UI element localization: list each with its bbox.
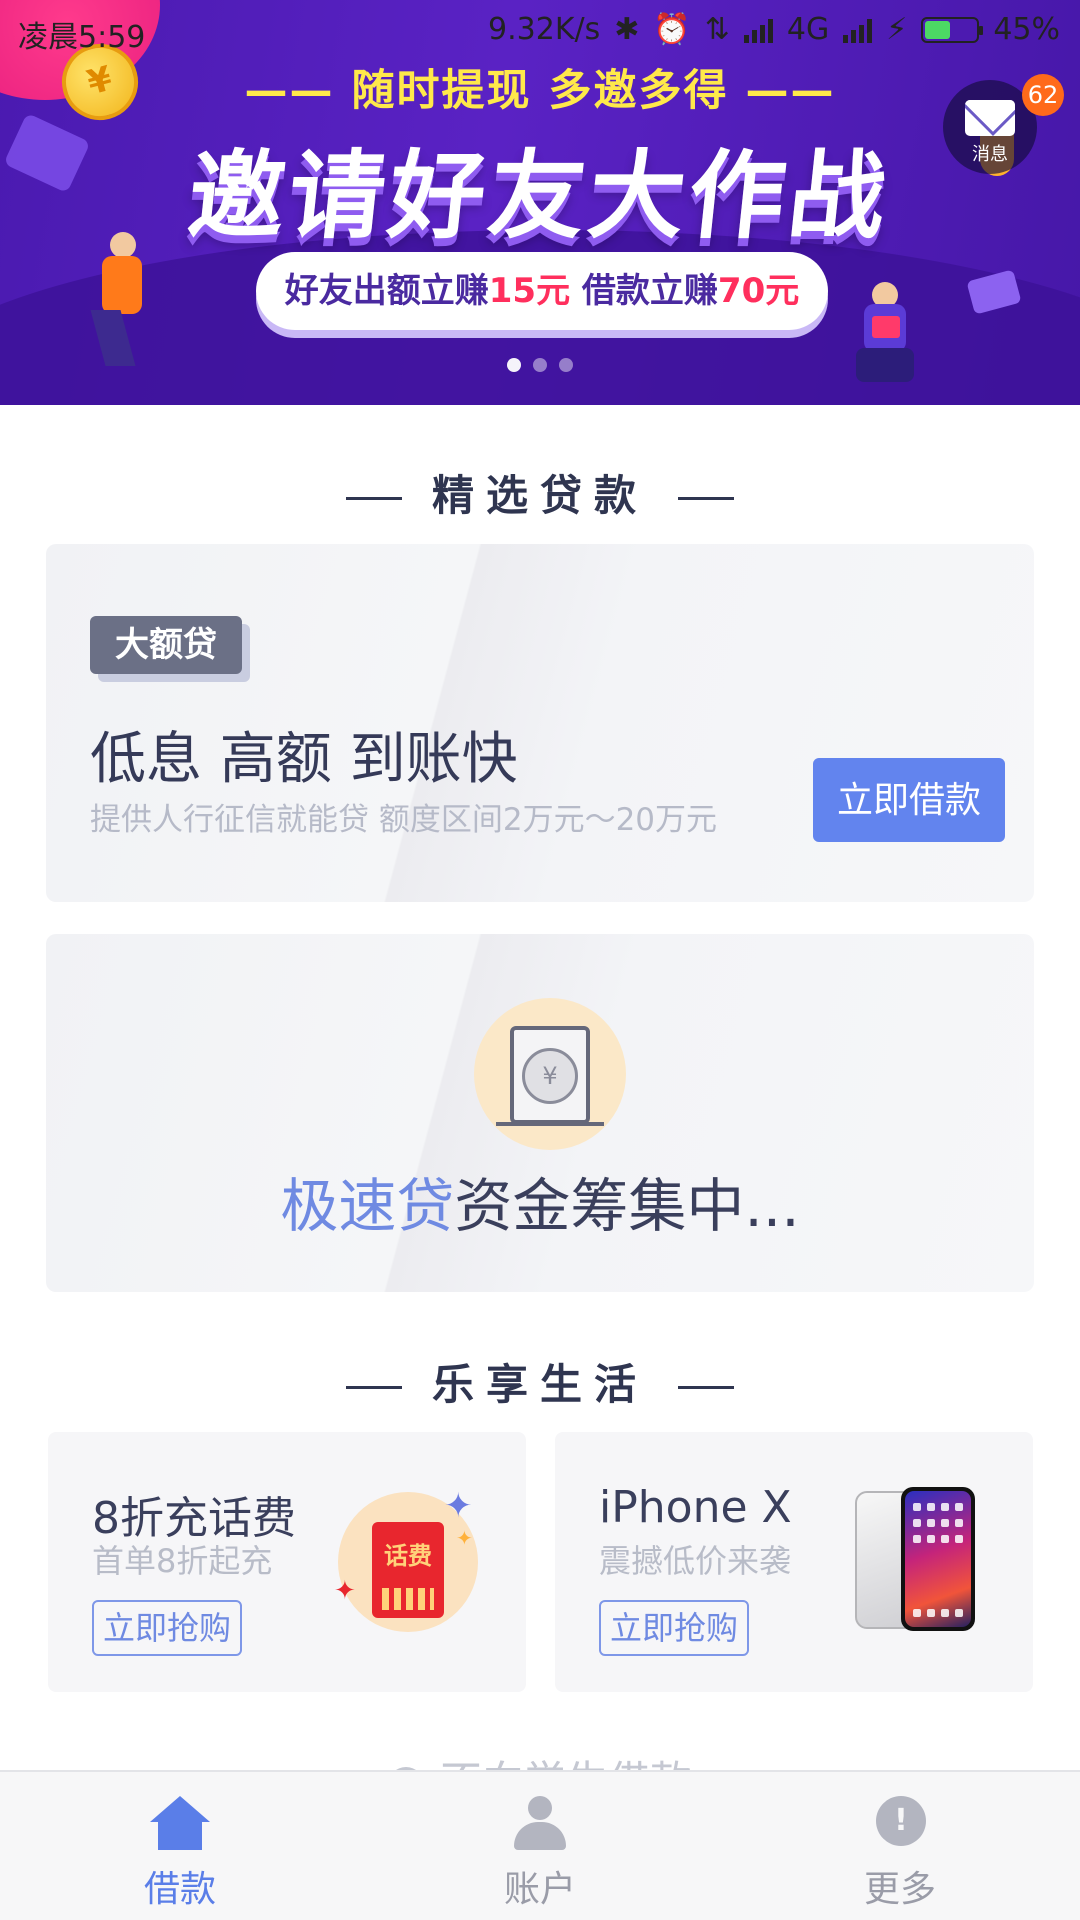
carousel-dot[interactable] [533, 358, 547, 372]
messages-label: 消息 [972, 144, 1008, 165]
illustration-person [110, 232, 136, 258]
tab-borrow[interactable]: 借款 [80, 1772, 280, 1920]
signal-icon [743, 17, 773, 43]
product-card-iphone[interactable]: iPhone X 震撼低价来袭 立即抢购 [555, 1432, 1033, 1692]
title-dash [345, 497, 402, 500]
bottom-tab-bar: 借款 账户 ! 更多 [0, 1770, 1080, 1920]
buy-now-button[interactable]: 立即抢购 [599, 1600, 749, 1656]
loan-subtitle: 提供人行征信就能贷 额度区间2万元～20万元 [90, 802, 718, 838]
status-bar: 凌晨5:59 9.32K/s ✱ ⏰ ⇅ 4G ⚡ 45% [0, 0, 1080, 62]
borrow-now-button[interactable]: 立即借款 [813, 758, 1005, 842]
banner-reward-pill: 好友出额立赚15元 借款立赚70元 [256, 252, 828, 330]
home-icon [150, 1796, 210, 1852]
product-title: iPhone X [599, 1482, 792, 1533]
battery-icon [921, 16, 984, 43]
banner-subheadline: —— 随时提现 多邀多得 —— [244, 66, 836, 116]
net-speed: 9.32K/s [488, 12, 601, 47]
banner-headline: 邀请好友大作战 [183, 140, 895, 252]
section-title-text: 乐享生活 [431, 1360, 648, 1409]
phone-credit-icon: 话费 ✦ ✦ ✦ [334, 1486, 478, 1632]
reward-text-1: 好友出额立赚 [284, 271, 489, 311]
tab-label: 借款 [143, 1869, 216, 1910]
status-time: 凌晨5:59 [18, 20, 146, 55]
product-card-phone-credit[interactable]: 8折充话费 首单8折起充 立即抢购 话费 ✦ ✦ ✦ [48, 1432, 526, 1692]
illustration-person [102, 256, 142, 314]
reward-amount-2: 70元 [717, 271, 800, 311]
bluetooth-icon: ✱ [614, 12, 640, 47]
quick-loan-name: 极速贷 [280, 1172, 455, 1240]
signal-icon [843, 17, 873, 43]
section-title-loans: 精选贷款 [0, 462, 1080, 523]
envelope-icon [965, 100, 1015, 136]
user-icon [510, 1796, 570, 1852]
sparkle-icon: ✦ [334, 1576, 356, 1606]
phone-credit-icon-label: 话费 [384, 1542, 432, 1570]
more-icon: ! [870, 1796, 930, 1852]
charging-icon: ⚡ [886, 12, 908, 47]
product-subtitle: 首单8折起充 [92, 1542, 273, 1580]
product-subtitle: 震撼低价来袭 [599, 1542, 792, 1580]
quick-loan-text: 资金筹集中... [454, 1172, 800, 1240]
battery-percent: 45% [993, 12, 1060, 47]
title-dash [345, 1386, 402, 1389]
loan-card-quick: ¥ 极速贷资金筹集中... [46, 934, 1034, 1292]
sparkle-icon: ✦ [456, 1526, 473, 1550]
buy-now-button[interactable]: 立即抢购 [92, 1600, 242, 1656]
network-type: 4G [786, 12, 830, 47]
tab-label: 更多 [863, 1869, 936, 1910]
quick-loan-status: 极速贷资金筹集中... [46, 1159, 1034, 1243]
loan-card-large[interactable]: 大额贷 低息 高额 到账快 提供人行征信就能贷 额度区间2万元～20万元 立即借… [46, 544, 1034, 902]
data-transfer-icon: ⇅ [704, 12, 730, 47]
illustration-person [872, 316, 900, 338]
tab-account[interactable]: 账户 [440, 1772, 640, 1920]
status-right: 9.32K/s ✱ ⏰ ⇅ 4G ⚡ 45% [488, 12, 1060, 47]
iphone-image [855, 1487, 975, 1632]
section-title-life: 乐享生活 [0, 1351, 1080, 1412]
title-dash [678, 497, 734, 500]
section-title-text: 精选贷款 [431, 471, 648, 520]
loan-tag: 大额贷 [90, 616, 242, 674]
title-dash [678, 1386, 734, 1389]
sparkle-icon: ✦ [444, 1486, 473, 1526]
reward-amount-1: 15元 [488, 271, 571, 311]
carousel-dot[interactable] [559, 358, 573, 372]
document-coin-icon: ¥ [474, 998, 626, 1150]
carousel-indicator [0, 358, 1080, 372]
reward-text-2: 借款立赚 [570, 271, 718, 311]
loan-title: 低息 高额 到账快 [90, 727, 518, 792]
carousel-dot-active[interactable] [507, 358, 521, 372]
tab-label: 账户 [503, 1869, 576, 1910]
alarm-icon: ⏰ [653, 12, 691, 47]
tab-more[interactable]: ! 更多 [800, 1772, 1000, 1920]
messages-badge: 62 [1022, 74, 1064, 116]
